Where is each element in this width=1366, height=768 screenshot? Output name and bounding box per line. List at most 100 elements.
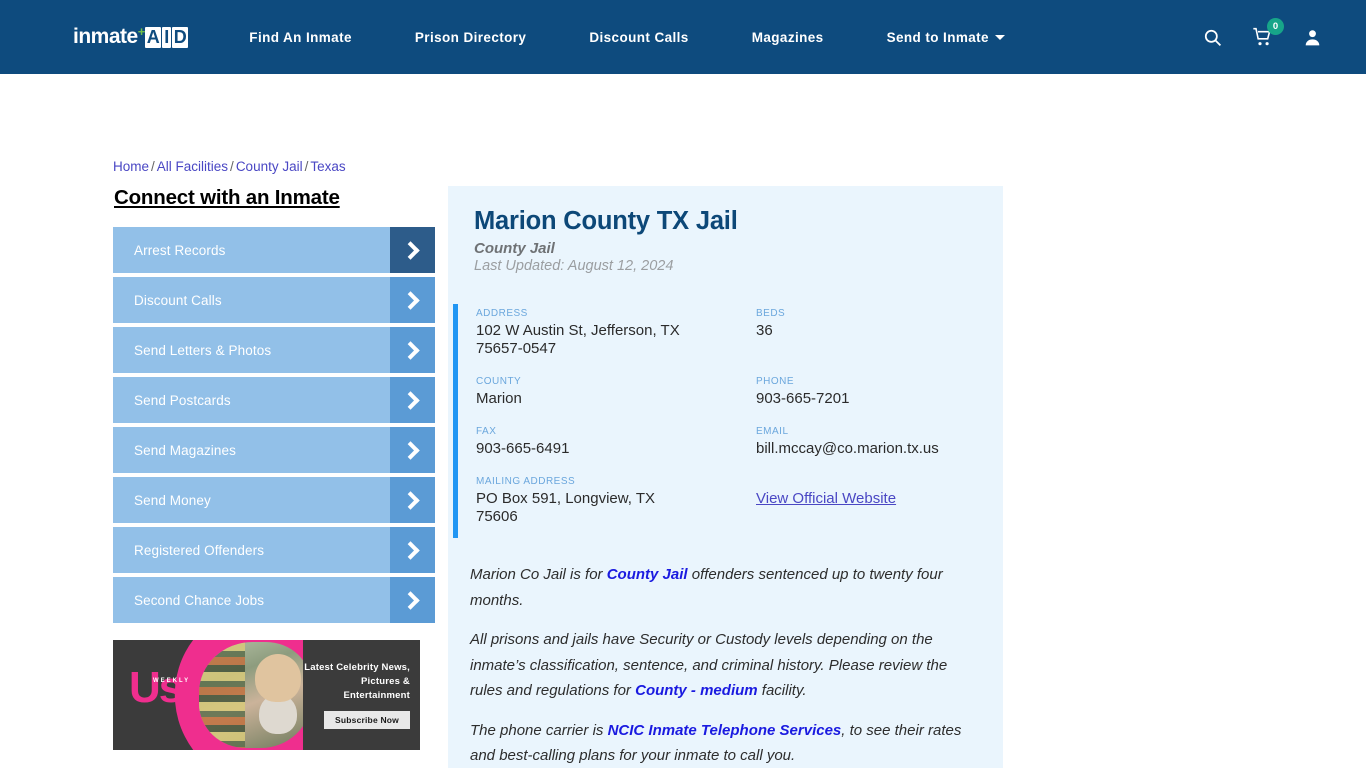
info-value: 903-665-6491	[476, 440, 570, 457]
sidebar-item-label: Registered Offenders	[134, 542, 265, 558]
breadcrumb-item-home[interactable]: Home	[113, 159, 149, 174]
chevron-right-icon	[390, 427, 435, 473]
sidebar-item-label: Send Money	[134, 492, 211, 508]
nav-magazines[interactable]: Magazines	[752, 30, 824, 45]
info-field-official-website: View Official Website	[756, 476, 977, 526]
breadcrumb-separator: /	[304, 159, 309, 174]
sidebar-item-discount-calls[interactable]: Discount Calls	[113, 277, 435, 323]
info-value: PO Box 591, Longview, TX 75606	[476, 490, 655, 525]
site-logo[interactable]: inmate + A I D	[73, 0, 189, 74]
sidebar-item-arrest-records[interactable]: Arrest Records	[113, 227, 435, 273]
desc-link-county-medium[interactable]: County - medium	[635, 682, 758, 699]
accent-bar	[453, 304, 458, 538]
sidebar-item-label: Arrest Records	[134, 242, 226, 258]
desc-p1-text-a: Marion Co Jail is for	[470, 566, 607, 583]
sidebar-item-label: Second Chance Jobs	[134, 592, 265, 608]
logo-text-inmate: inmate	[73, 25, 138, 48]
logo-letter-i: I	[162, 27, 171, 48]
facility-info-grid: ADDRESS 102 W Austin St, Jefferson, TX 7…	[476, 308, 977, 544]
sidebar: Connect with an Inmate Arrest Records Di…	[113, 186, 435, 627]
info-field-beds: BEDS 36	[756, 308, 977, 358]
breadcrumb: Home / All Facilities / County Jail / Texas	[113, 159, 346, 174]
cart-count-badge: 0	[1267, 18, 1284, 35]
info-label: ADDRESS	[476, 308, 528, 319]
sidebar-item-send-letters-photos[interactable]: Send Letters & Photos	[113, 327, 435, 373]
sidebar-item-label: Send Postcards	[134, 392, 231, 408]
breadcrumb-item-texas[interactable]: Texas	[310, 159, 345, 174]
description-paragraph-1: Marion Co Jail is for County Jail offend…	[470, 562, 977, 613]
info-label: MAILING ADDRESS	[476, 476, 576, 487]
description-paragraph-3: The phone carrier is NCIC Inmate Telepho…	[470, 718, 977, 768]
desc-link-county-jail[interactable]: County Jail	[607, 566, 688, 583]
chevron-right-icon	[390, 377, 435, 423]
sidebar-item-second-chance-jobs[interactable]: Second Chance Jobs	[113, 577, 435, 623]
info-value: 903-665-7201	[756, 390, 850, 407]
info-field-fax: FAX 903-665-6491	[476, 426, 756, 458]
ad-artwork: Us WEEKLY	[113, 640, 303, 750]
sidebar-item-send-postcards[interactable]: Send Postcards	[113, 377, 435, 423]
breadcrumb-separator: /	[230, 159, 234, 174]
facility-info-section: ADDRESS 102 W Austin St, Jefferson, TX 7…	[448, 298, 1003, 562]
desc-p3-text-a: The phone carrier is	[470, 721, 608, 739]
info-field-county: COUNTY Marion	[476, 376, 756, 408]
info-value: 102 W Austin St, Jefferson, TX 75657-054…	[476, 322, 680, 357]
info-field-address: ADDRESS 102 W Austin St, Jefferson, TX 7…	[476, 308, 756, 358]
header-actions: 0	[1203, 18, 1322, 47]
logo-letter-d: D	[171, 27, 189, 48]
advertisement-banner[interactable]: Us WEEKLY Latest Celebrity News, Picture…	[113, 640, 420, 750]
chevron-right-icon	[390, 577, 435, 623]
facility-description: Marion Co Jail is for County Jail offend…	[448, 562, 1003, 768]
sidebar-item-send-money[interactable]: Send Money	[113, 477, 435, 523]
description-paragraph-2: All prisons and jails have Security or C…	[470, 627, 977, 704]
breadcrumb-item-county-jail[interactable]: County Jail	[236, 159, 303, 174]
ad-brand-logo: Us	[129, 663, 183, 712]
sidebar-item-label: Send Magazines	[134, 442, 236, 458]
main-navigation: Find An Inmate Prison Directory Discount…	[249, 30, 1159, 45]
logo-mark: inmate + A I D	[73, 24, 190, 49]
nav-find-an-inmate[interactable]: Find An Inmate	[249, 30, 352, 45]
info-label: COUNTY	[476, 376, 522, 387]
search-icon[interactable]	[1203, 28, 1222, 47]
sidebar-item-registered-offenders[interactable]: Registered Offenders	[113, 527, 435, 573]
facility-header: Marion County TX Jail County Jail Last U…	[448, 204, 1003, 274]
desc-p2-text-b: facility.	[757, 682, 807, 699]
info-field-mailing-address: MAILING ADDRESS PO Box 591, Longview, TX…	[476, 476, 756, 526]
facility-card: Marion County TX Jail County Jail Last U…	[448, 186, 1003, 768]
info-field-phone: PHONE 903-665-7201	[756, 376, 977, 408]
info-label: EMAIL	[756, 426, 789, 437]
sidebar-item-label: Discount Calls	[134, 292, 222, 308]
logo-letter-a: A	[144, 27, 162, 48]
logo-text-aid: AID	[144, 27, 190, 48]
page-body: Home / All Facilities / County Jail / Texas Co…	[0, 74, 1366, 768]
ad-photo	[199, 642, 303, 748]
view-official-website-link[interactable]: View Official Website	[756, 490, 896, 507]
ad-brand-sublabel: WEEKLY	[153, 678, 191, 684]
ad-subscribe-button[interactable]: Subscribe Now	[323, 711, 410, 729]
breadcrumb-item-all-facilities[interactable]: All Facilities	[157, 159, 228, 174]
page-title: Marion County TX Jail	[474, 207, 738, 235]
cart-icon[interactable]: 0	[1252, 18, 1284, 47]
ad-headline: Latest Celebrity News, Pictures & Entert…	[304, 662, 410, 701]
nav-send-to-inmate[interactable]: Send to Inmate	[887, 30, 1005, 45]
info-label: FAX	[476, 426, 497, 437]
facility-last-updated: Last Updated: August 12, 2024	[474, 258, 674, 274]
info-label: BEDS	[756, 308, 786, 319]
ad-copy-area: Latest Celebrity News, Pictures & Entert…	[303, 640, 420, 750]
sidebar-item-send-magazines[interactable]: Send Magazines	[113, 427, 435, 473]
chevron-down-icon	[994, 35, 1005, 41]
site-header: inmate + A I D Find An Inmate Prison Directo…	[0, 0, 1366, 74]
info-label: PHONE	[756, 376, 795, 387]
chevron-right-icon	[390, 227, 435, 273]
user-icon[interactable]	[1303, 28, 1322, 47]
facility-type: County Jail	[474, 240, 555, 257]
chevron-right-icon	[390, 477, 435, 523]
info-value: bill.mccay@co.marion.tx.us	[756, 440, 939, 457]
info-value: Marion	[476, 390, 522, 407]
desc-link-ncic[interactable]: NCIC Inmate Telephone Services	[608, 722, 842, 739]
sidebar-item-label: Send Letters & Photos	[134, 342, 272, 358]
nav-prison-directory[interactable]: Prison Directory	[415, 30, 526, 45]
nav-discount-calls[interactable]: Discount Calls	[589, 30, 688, 45]
breadcrumb-separator: /	[151, 159, 155, 174]
nav-send-to-inmate-label: Send to Inmate	[886, 29, 989, 45]
chevron-right-icon	[390, 277, 435, 323]
